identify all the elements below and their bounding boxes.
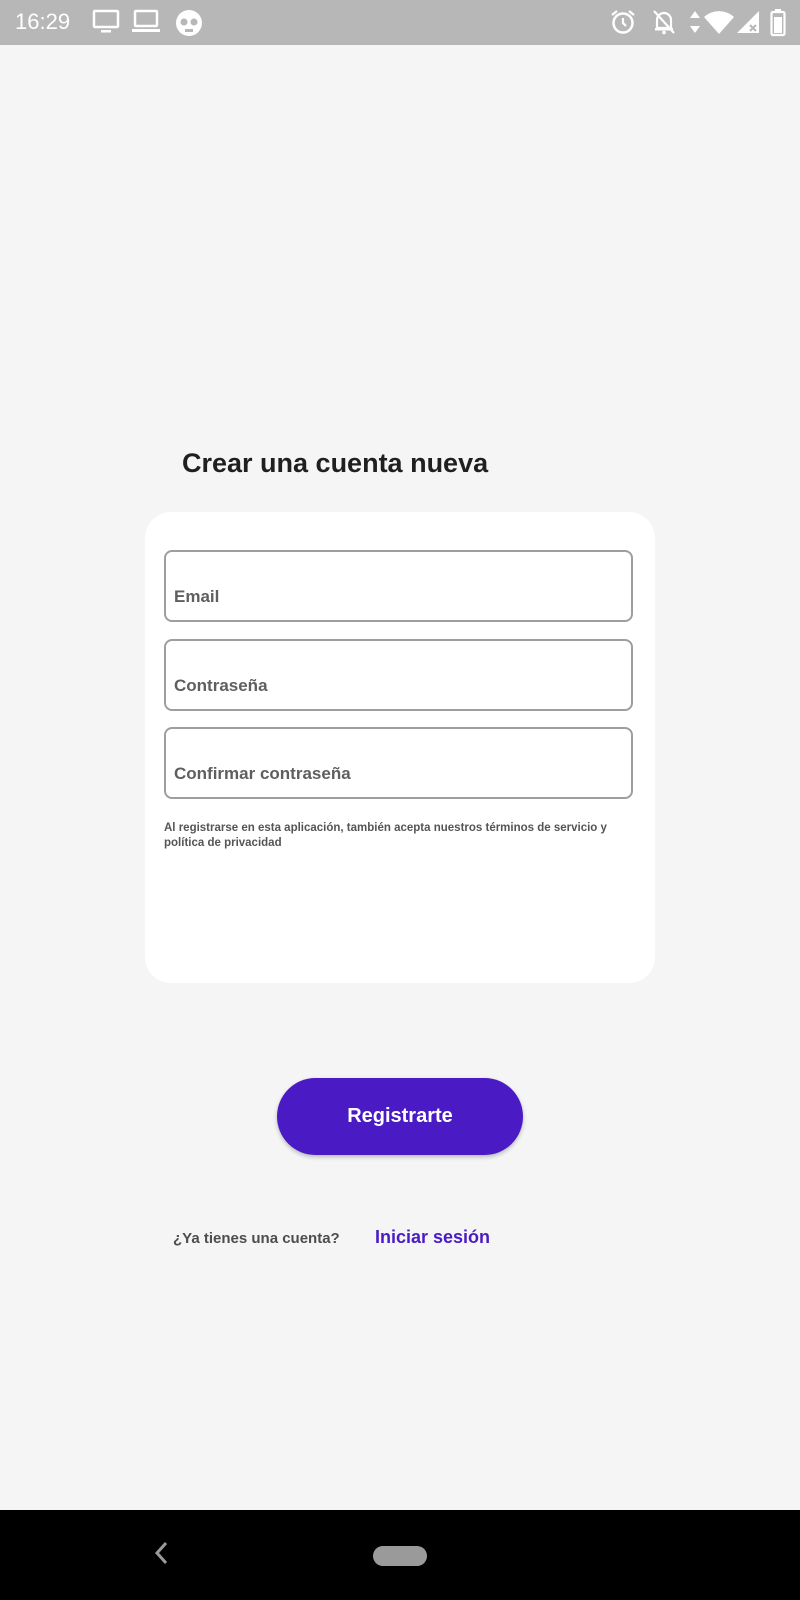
signal-icon: [735, 9, 761, 40]
tv-icon: [92, 9, 120, 40]
have-account-text: ¿Ya tienes una cuenta?: [173, 1230, 340, 1247]
login-link[interactable]: Iniciar sesión: [375, 1227, 490, 1248]
status-bar: 16:29: [0, 0, 800, 45]
bell-off-icon: [652, 9, 676, 40]
navigation-bar: [0, 1510, 800, 1600]
page-title: Crear una cuenta nueva: [182, 448, 489, 478]
home-pill-icon[interactable]: [373, 1546, 427, 1566]
battery-icon: [770, 9, 786, 42]
laptop-icon: [131, 9, 161, 40]
email-input[interactable]: [174, 584, 623, 610]
data-arrows-icon: [689, 9, 701, 40]
status-time: 16:29: [15, 9, 71, 34]
password-input[interactable]: [174, 673, 623, 699]
alarm-icon: [610, 9, 636, 40]
signup-card: Al registrarse en esta aplicación, tambi…: [145, 512, 655, 983]
skull-icon: [175, 9, 203, 42]
back-icon[interactable]: [152, 1538, 172, 1573]
password-field[interactable]: [164, 639, 633, 711]
email-field[interactable]: [164, 550, 633, 622]
wifi-icon: [703, 9, 735, 40]
terms-text: Al registrarse en esta aplicación, tambi…: [164, 822, 607, 849]
register-button[interactable]: Registrarte: [277, 1078, 523, 1155]
confirm-password-field[interactable]: [164, 727, 633, 799]
confirm-password-input[interactable]: [174, 761, 623, 787]
